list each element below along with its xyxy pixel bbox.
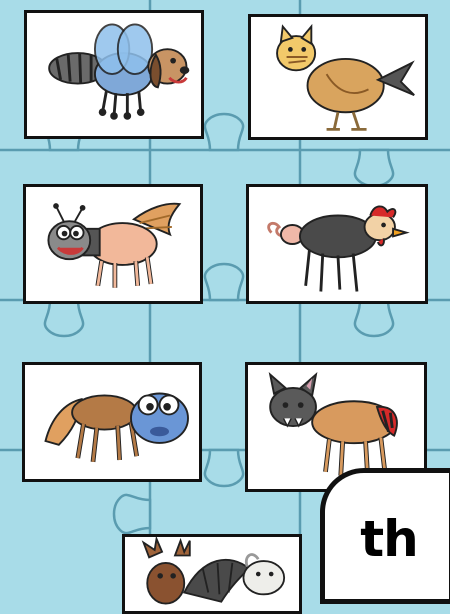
ant-horse-creature-image: [47, 202, 182, 288]
card-bee-dog[interactable]: [24, 10, 204, 139]
fox-fish-creature-image: [44, 392, 189, 463]
puzzle-board: th: [0, 0, 450, 614]
card-ant-horse[interactable]: [23, 184, 203, 304]
card-pig-hen[interactable]: [246, 184, 428, 304]
card-moose-bat-goat[interactable]: [122, 534, 302, 614]
bee-dog-creature-image: [48, 23, 190, 120]
pig-hen-creature-image: [267, 205, 410, 292]
phonics-badge: th: [320, 468, 450, 604]
card-cat-hen[interactable]: [248, 14, 428, 140]
phonics-label: th: [360, 510, 418, 568]
card-fox-fish[interactable]: [22, 362, 202, 482]
cat-hen-creature-image: [276, 23, 415, 131]
